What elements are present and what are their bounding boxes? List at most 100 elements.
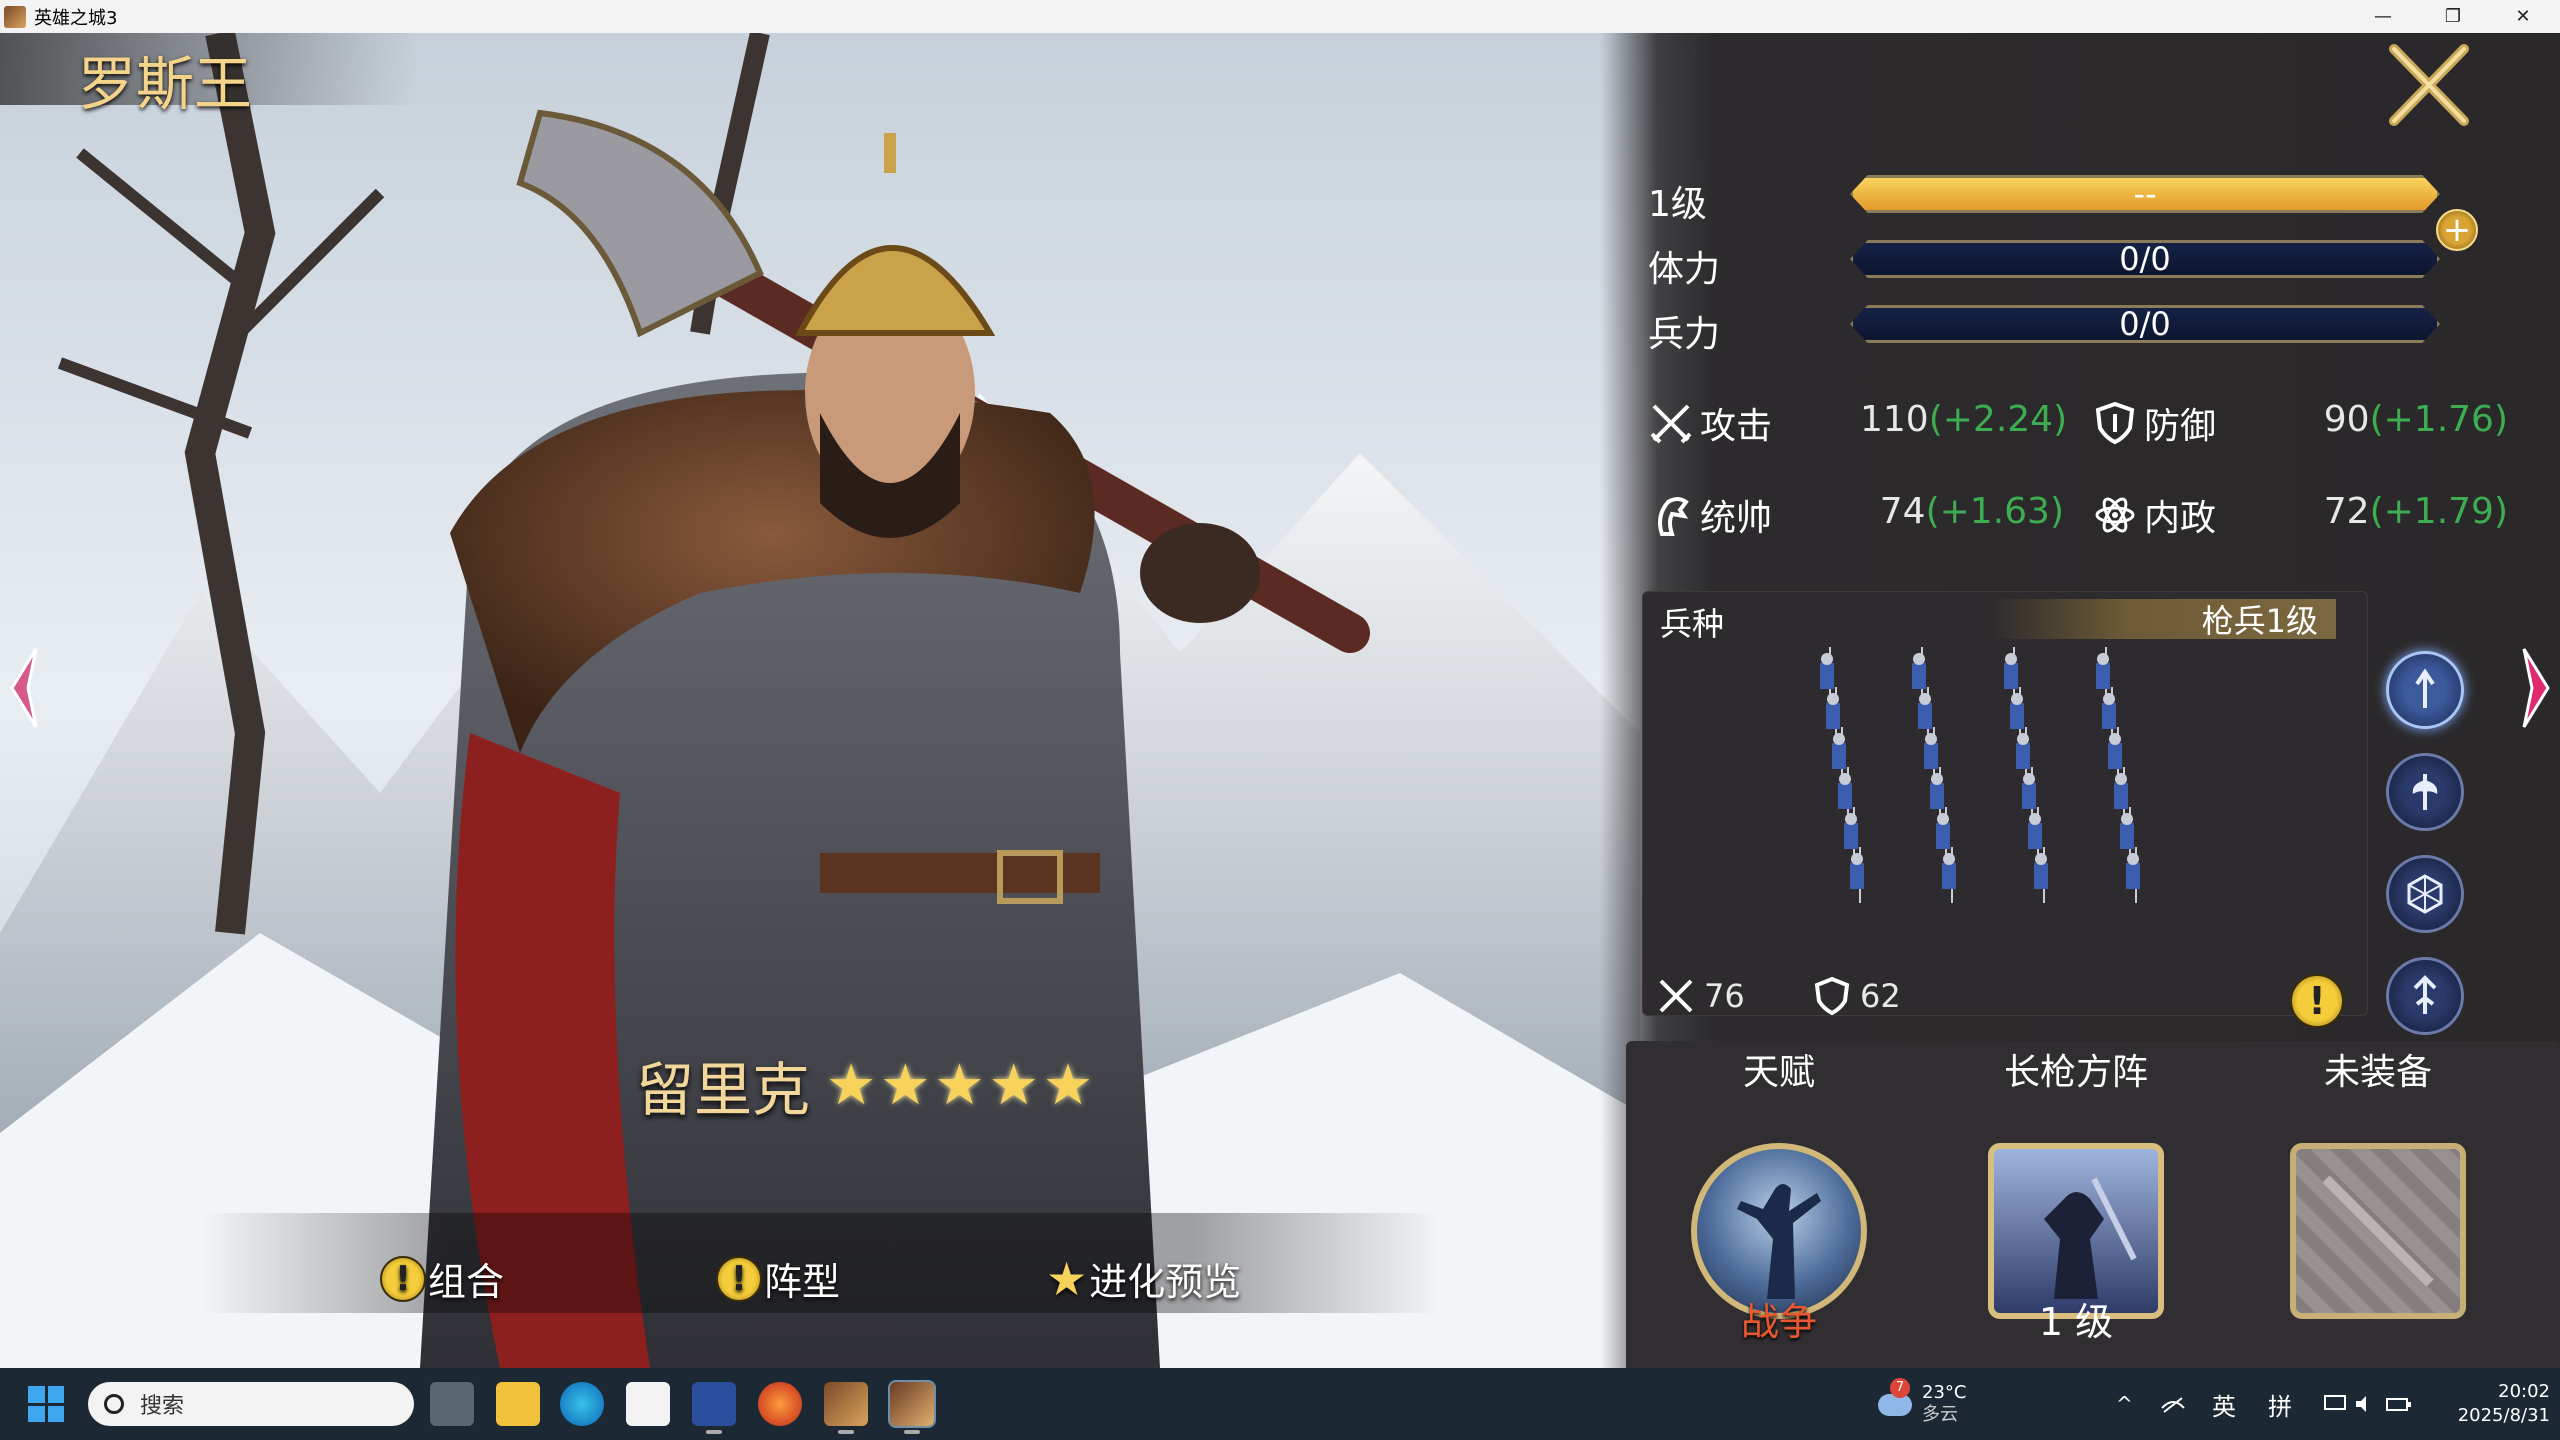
formation-button[interactable]: ! 阵型 [716,1251,840,1306]
window-titlebar: 英雄之城3 — ❐ ✕ [0,0,2560,33]
hero-region-title: 罗斯王 [78,50,253,118]
spearmen-formation-image [1820,647,2140,903]
weather-badge: 7 [1890,1378,1910,1398]
clock-date: 2025/8/31 [2457,1405,2550,1426]
evolution-preview-button[interactable]: ★ 进化预览 [1046,1251,1241,1306]
battle-axe-icon [2412,774,2438,810]
politics-bonus: (+1.79) [2369,491,2508,532]
star-icon: ★ [988,1052,1039,1118]
game-launcher-icon[interactable] [824,1382,868,1434]
troops-value: 0/0 [2119,305,2171,343]
app-launcher-icon[interactable] [692,1382,736,1434]
stamina-value: 0/0 [2119,240,2171,278]
minimize-button[interactable]: — [2348,0,2418,33]
alert-icon: ! [380,1255,426,1302]
alert-icon: ! [716,1255,762,1302]
firefox-icon[interactable] [758,1382,802,1426]
politics-value: 72(+1.79) [2300,491,2508,532]
troop-attack-value: 76 [1704,977,1745,1015]
hero-star-rating: ★ ★ ★ ★ ★ [826,1053,1093,1118]
file-explorer-icon[interactable] [496,1382,540,1426]
windows-start-icon[interactable] [28,1386,64,1422]
troops-row: 兵力 [1648,305,1848,357]
attack-base: 110 [1860,399,1929,440]
weather-temp: 23°C [1922,1382,1967,1403]
shield-icon [2095,401,2135,445]
close-panel-icon[interactable] [2384,41,2472,129]
troops-bar: 0/0 [1850,305,2440,343]
horse-head-icon [1658,497,1689,536]
hero-name-plate: 留里克 ★ ★ ★ ★ ★ [636,1043,1093,1127]
mage-type-button[interactable] [2386,855,2464,933]
arrow-icon [2413,975,2437,1014]
star-icon: ★ [880,1052,931,1118]
taskbar-search-box[interactable]: 搜索 [88,1382,414,1426]
battery-icon[interactable] [2386,1368,2412,1440]
troop-defense: 62 [1812,976,1901,1016]
crossed-swords-icon [1659,979,1693,1013]
warrior-silhouette-icon [1737,1184,1821,1299]
shield-icon [1814,976,1850,1016]
evolution-label: 进化预览 [1089,1260,1242,1304]
equip-label: 未装备 [2323,1052,2432,1093]
spear-icon [2415,668,2435,708]
combo-button[interactable]: ! 组合 [380,1251,504,1306]
star-icon: ★ [1046,1251,1088,1306]
star-icon: ★ [1042,1052,1094,1118]
game-window-icon[interactable] [888,1380,936,1434]
spearman-figure [1942,847,1956,903]
app-icon [4,5,26,28]
archer-type-button[interactable] [2386,957,2464,1035]
sword-placeholder-icon [2322,1175,2434,1287]
attack-label: 攻击 [1700,406,1773,447]
troop-alert-icon[interactable]: ! [2290,974,2344,1028]
formation-label: 阵型 [764,1260,841,1304]
next-hero-arrow-icon[interactable] [2516,643,2556,733]
politics-attr: 内政 [2092,489,2216,541]
stamina-bar: 0/0 [1850,240,2440,278]
network-icon[interactable] [2160,1368,2188,1440]
hex-star-icon [2407,874,2443,914]
stamina-row: 体力 [1648,240,1848,292]
store-icon[interactable] [626,1382,670,1426]
formation-skill-level: 1 级 [2038,1300,2114,1344]
hero-region-banner: 罗斯王 [0,33,420,118]
tray-overflow-icon[interactable]: ^ [2116,1368,2133,1440]
star-icon: ★ [826,1052,877,1118]
knight-icon [2044,1177,2137,1299]
weather-widget[interactable]: 7 23°C 多云 [1874,1368,1966,1440]
clock-time: 20:02 [2498,1381,2550,1402]
empty-equipment-slot[interactable] [2290,1143,2466,1319]
close-window-button[interactable]: ✕ [2488,0,2558,33]
ime-mode[interactable]: 拼 [2268,1368,2292,1440]
game-viewport: 罗斯王 留里克 ★ ★ ★ ★ ★ ! 组合 ! 阵型 ★ 进化预览 1级 -- + 体… [0,33,2560,1368]
windows-taskbar: 搜索 7 23°C 多云 ^ 英 拼 20:02 2025/8/31 [0,1368,2560,1440]
level-up-plus-button[interactable]: + [2436,209,2478,251]
troops-label: 兵力 [1648,314,1721,355]
level-bar-text: -- [2133,175,2157,213]
edge-browser-icon[interactable] [560,1382,604,1426]
defense-attr: 防御 [2092,397,2216,449]
maximize-button[interactable]: ❐ [2418,0,2488,33]
attack-value: 110(+2.24) [1860,399,2067,440]
ime-language[interactable]: 英 [2212,1368,2236,1440]
search-icon [104,1394,124,1414]
task-view-icon[interactable] [430,1382,474,1426]
display-icon[interactable] [2324,1368,2346,1440]
system-clock[interactable]: 20:02 2025/8/31 [2430,1380,2550,1428]
defense-base: 90 [2323,399,2370,440]
spearman-type-button[interactable] [2386,651,2464,729]
search-placeholder: 搜索 [140,1394,185,1419]
cloudy-weather-icon: 7 [1874,1378,1914,1424]
politics-label: 内政 [2144,498,2217,539]
talent-name: 战争 [1740,1300,1817,1344]
spearman-figure [2126,847,2140,903]
troop-title: 兵种 [1660,605,1725,643]
defense-label: 防御 [2144,406,2217,447]
axeman-type-button[interactable] [2386,753,2464,831]
prev-hero-arrow-icon[interactable] [4,643,44,733]
command-bonus: (+1.63) [1925,491,2064,532]
troop-defense-value: 62 [1860,977,1901,1015]
volume-icon[interactable] [2354,1368,2376,1440]
hero-name: 留里克 [636,1056,811,1124]
